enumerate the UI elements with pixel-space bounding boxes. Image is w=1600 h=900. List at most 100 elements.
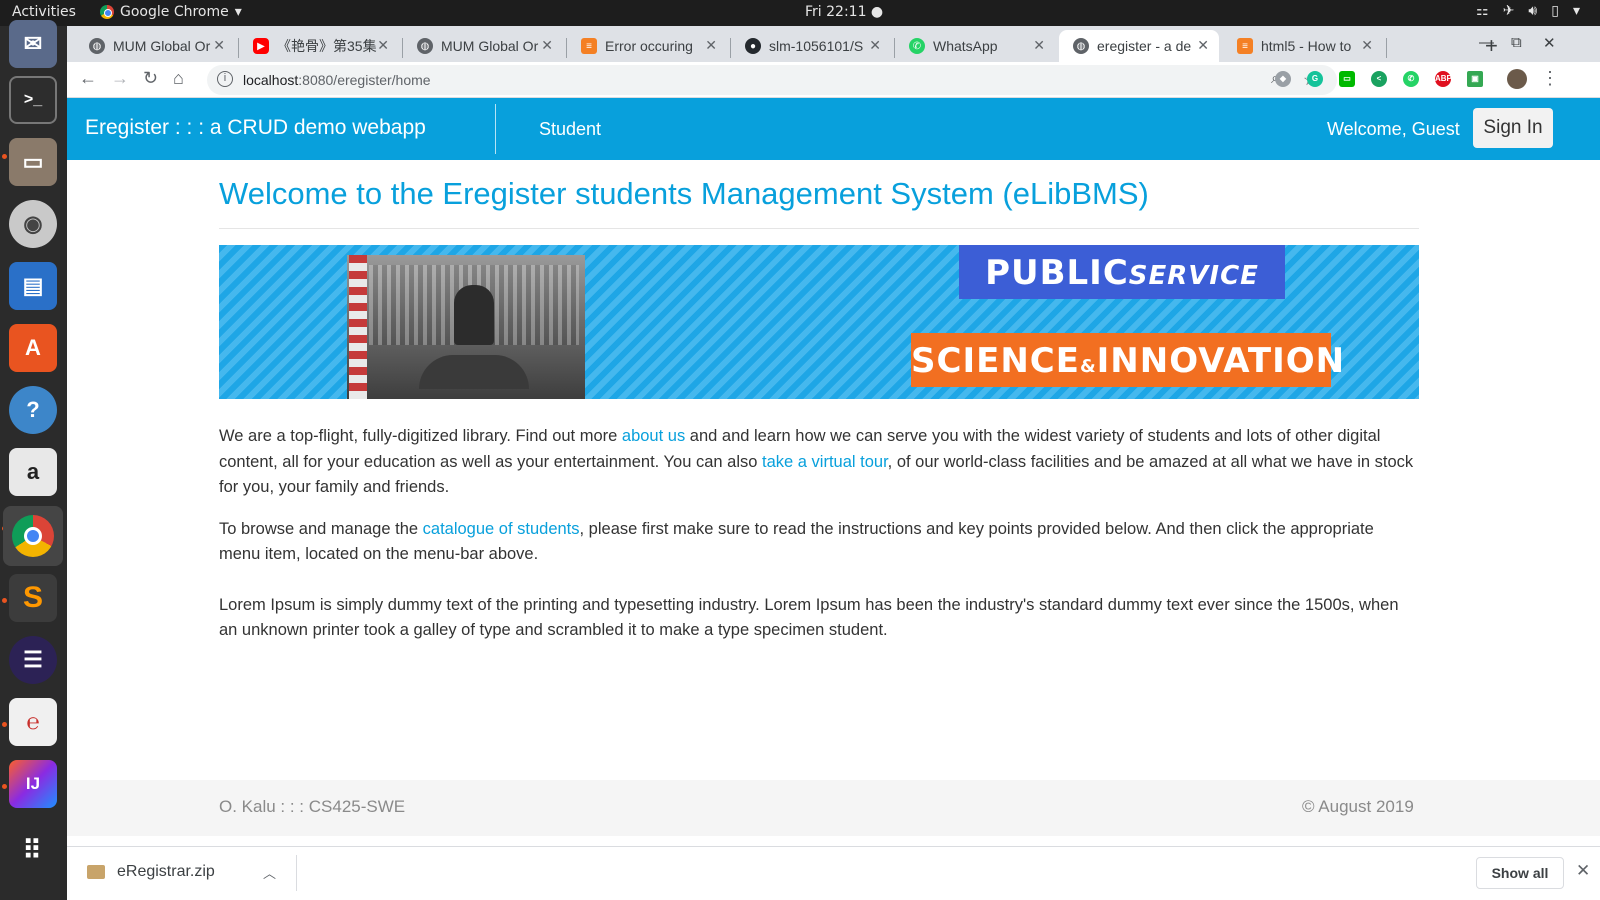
url-path: :8080/eregister/home [298, 72, 431, 88]
extension-cube-icon[interactable]: ◆ [1275, 71, 1291, 87]
chevron-down-icon: ▾ [234, 4, 242, 20]
catalogue-link[interactable]: catalogue of students [423, 520, 580, 538]
close-icon[interactable]: ✕ [705, 37, 717, 54]
rhythmbox-icon[interactable]: ◉ [9, 200, 57, 248]
tab-title: MUM Global Or [113, 38, 211, 54]
profile-avatar[interactable] [1507, 69, 1527, 89]
grammarly-icon[interactable]: G [1307, 71, 1323, 87]
tab[interactable]: ◍ MUM Global Or ✕ [403, 30, 563, 62]
close-icon[interactable]: ✕ [1576, 861, 1590, 881]
globe-icon: ◍ [89, 38, 105, 54]
tab-title: WhatsApp [933, 38, 998, 54]
tab-title: 《艳骨》第35集 [277, 38, 377, 54]
navbar-divider [495, 104, 496, 154]
close-icon[interactable]: ✕ [1197, 37, 1209, 54]
chrome-icon [12, 515, 54, 557]
download-item[interactable]: eRegistrar.zip [87, 863, 215, 881]
virtual-tour-link[interactable]: take a virtual tour [762, 453, 888, 471]
terminal-icon[interactable]: >_ [9, 76, 57, 124]
battery-icon: ▯ [1551, 3, 1559, 19]
os-top-bar: Activities Google Chrome ▾ Fri 22:11 ● ⚏… [0, 0, 1600, 26]
banner-public-text: PUBLIC [985, 253, 1129, 293]
flag-image [349, 255, 367, 399]
close-icon[interactable]: ✕ [541, 37, 553, 54]
browse-paragraph: To browse and manage the catalogue of st… [219, 517, 1419, 568]
intellij-icon[interactable]: IJ [9, 760, 57, 808]
info-icon[interactable]: i [217, 71, 233, 87]
browser-toolbar: ← → ↻ ⌂ i localhost:8080/eregister/home … [67, 62, 1600, 98]
back-button[interactable]: ← [79, 68, 97, 89]
running-indicator [2, 154, 7, 159]
show-apps-icon[interactable]: ⠿ [9, 826, 57, 874]
whatsapp-ext-icon[interactable]: ✆ [1403, 71, 1419, 87]
evernote-icon[interactable]: ▣ [1467, 71, 1483, 87]
about-us-link[interactable]: about us [622, 427, 685, 445]
tab-title: eregister - a de [1097, 38, 1192, 54]
github-icon: ● [745, 38, 761, 54]
welcome-text: Welcome, Guest [1327, 119, 1460, 139]
close-icon[interactable]: ✕ [213, 37, 225, 54]
app-menu[interactable]: Google Chrome ▾ [100, 4, 242, 20]
home-button[interactable]: ⌂ [173, 68, 184, 89]
menu-icon[interactable]: ⋮ [1541, 68, 1559, 89]
sublime-icon[interactable]: S [9, 574, 57, 622]
chrome-dock-icon[interactable] [3, 506, 63, 566]
tab-title: html5 - How to [1261, 38, 1352, 54]
banner-public-service: PUBLICSERVICE [959, 245, 1285, 299]
chrome-icon [100, 5, 114, 19]
pdf-viewer-icon[interactable]: ℮ [9, 698, 57, 746]
software-center-icon[interactable]: A [9, 324, 57, 372]
browse-text-1: To browse and manage the [219, 519, 423, 538]
hero-banner: PUBLICSERVICE SCIENCE&INNOVATION [219, 245, 1419, 399]
site-brand[interactable]: Eregister : : : a CRUD demo webapp [85, 116, 426, 140]
banner-service-text: SERVICE [1128, 261, 1259, 291]
address-bar[interactable]: i localhost:8080/eregister/home ⌕ ☆ [207, 65, 1337, 95]
system-tray[interactable]: ⚏ ✈ 🔊︎ ▯ ▾ [1476, 3, 1580, 19]
globe-icon: ◍ [1073, 38, 1089, 54]
tab[interactable]: ◍ MUM Global Or ✕ [75, 30, 235, 62]
banner-innovation-text: INNOVATION [1096, 341, 1346, 381]
reload-button[interactable]: ↻ [143, 68, 158, 89]
close-window-button[interactable]: ✕ [1543, 34, 1556, 52]
show-all-button[interactable]: Show all [1476, 857, 1564, 889]
files-icon[interactable]: ▭ [9, 138, 57, 186]
help-icon[interactable]: ? [9, 386, 57, 434]
adblock-icon[interactable]: ABP [1435, 71, 1452, 87]
app-menu-label: Google Chrome [120, 4, 229, 20]
share-icon[interactable]: < [1371, 71, 1387, 87]
close-icon[interactable]: ✕ [869, 37, 881, 54]
intro-paragraph: We are a top-flight, fully-digitized lib… [219, 424, 1419, 501]
tab[interactable]: ≡ Error occuring ✕ [567, 30, 727, 62]
volume-icon: 🔊︎ [1528, 3, 1538, 19]
site-navbar: Eregister : : : a CRUD demo webapp Stude… [67, 98, 1600, 160]
tab[interactable]: ≡ html5 - How to ✕ [1223, 30, 1383, 62]
nav-student-link[interactable]: Student [539, 119, 601, 140]
chevron-up-icon[interactable]: ︿ [263, 863, 276, 882]
web-page: Eregister : : : a CRUD demo webapp Stude… [67, 98, 1600, 846]
close-icon[interactable]: ✕ [1361, 37, 1373, 54]
amazon-icon[interactable]: a [9, 448, 57, 496]
stackoverflow-icon: ≡ [1237, 38, 1253, 54]
globe-icon: ◍ [417, 38, 433, 54]
tab-title: slm-1056101/S [769, 38, 864, 54]
minimize-button[interactable]: — [1479, 34, 1494, 51]
youtube-icon: ▶ [253, 38, 269, 54]
thunderbird-icon[interactable]: ✉ [9, 20, 57, 68]
activities-button[interactable]: Activities [12, 4, 76, 20]
restore-button[interactable]: ⧉ [1511, 34, 1522, 51]
eclipse-icon[interactable]: ☰ [9, 636, 57, 684]
tab[interactable]: ● slm-1056101/S ✕ [731, 30, 891, 62]
forward-button[interactable]: → [111, 68, 129, 89]
tab-strip: ◍ MUM Global Or ✕ ▶ 《艳骨》第35集 ✕ ◍ MUM Glo… [67, 26, 1600, 62]
clock[interactable]: Fri 22:11 ● [805, 4, 883, 20]
tab[interactable]: ▶ 《艳骨》第35集 ✕ [239, 30, 399, 62]
tab-active[interactable]: ◍ eregister - a de ✕ [1059, 30, 1219, 62]
archive-icon [87, 865, 105, 879]
close-icon[interactable]: ✕ [1033, 37, 1045, 54]
close-icon[interactable]: ✕ [377, 37, 389, 54]
line-icon[interactable]: ▭ [1339, 71, 1355, 87]
sign-in-button[interactable]: Sign In [1473, 108, 1553, 148]
tab[interactable]: ✆ WhatsApp ✕ [895, 30, 1055, 62]
url-text: localhost:8080/eregister/home [243, 72, 431, 88]
writer-icon[interactable]: ▤ [9, 262, 57, 310]
